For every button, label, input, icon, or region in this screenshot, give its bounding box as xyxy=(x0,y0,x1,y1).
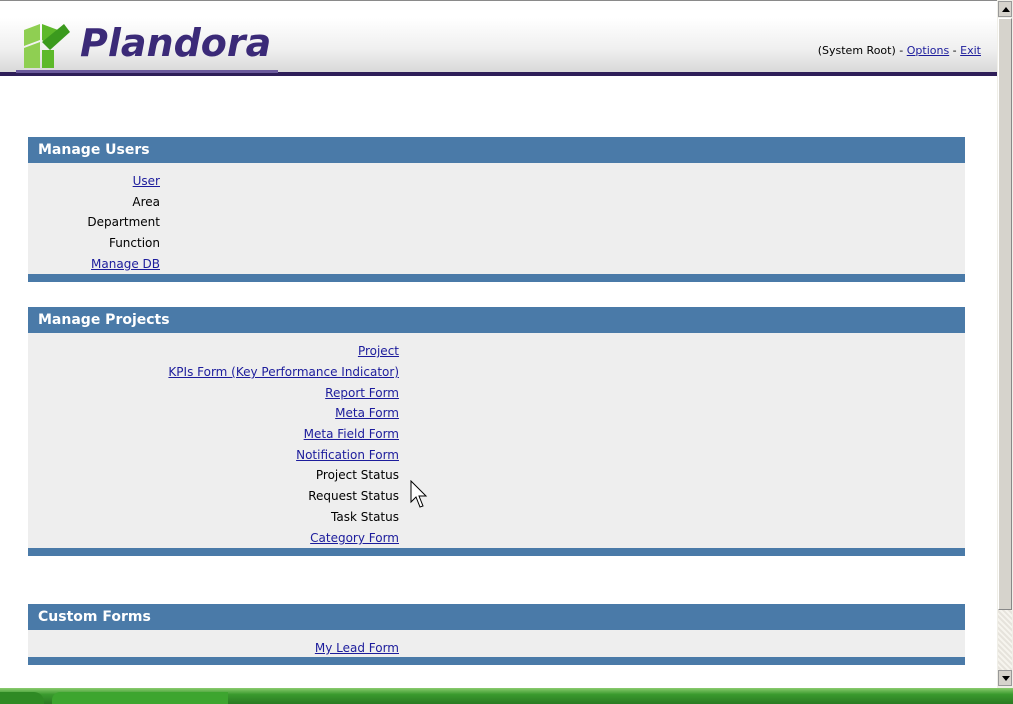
function-label: Function xyxy=(108,236,160,250)
arrow-down-icon xyxy=(1002,676,1010,681)
custom-forms-header: Custom Forms xyxy=(28,604,965,630)
top-border xyxy=(0,0,997,1)
plandora-logo-icon xyxy=(24,24,70,68)
manage-users-header: Manage Users xyxy=(28,137,965,163)
manage-users-body xyxy=(28,163,965,274)
manage-users-footer xyxy=(28,274,965,282)
task-status-label: Task Status xyxy=(331,510,399,524)
logo-underline xyxy=(16,70,278,73)
project-link[interactable]: Project xyxy=(28,341,399,361)
manage-projects-footer xyxy=(28,548,965,556)
category-form-link[interactable]: Category Form xyxy=(28,528,399,548)
start-button[interactable] xyxy=(0,692,44,704)
mouse-pointer-icon xyxy=(410,480,428,508)
meta-form-link[interactable]: Meta Form xyxy=(28,403,399,423)
manage-projects-header: Manage Projects xyxy=(28,307,965,333)
custom-forms-footer xyxy=(28,657,965,665)
options-link[interactable]: Options xyxy=(907,44,949,57)
top-links: (System Root) - Options - Exit xyxy=(818,44,981,57)
meta-field-form-link[interactable]: Meta Field Form xyxy=(28,424,399,444)
area-label: Area xyxy=(132,195,160,209)
report-form-link[interactable]: Report Form xyxy=(28,383,399,403)
separator: - xyxy=(895,44,907,57)
project-status-label: Project Status xyxy=(315,468,399,482)
user-link[interactable]: User xyxy=(28,171,160,191)
scrollbar-thumb[interactable] xyxy=(998,18,1012,610)
department-label: Department xyxy=(87,215,160,229)
notification-form-link[interactable]: Notification Form xyxy=(28,445,399,465)
taskbar-window-button[interactable] xyxy=(52,692,228,704)
kpis-form-link[interactable]: KPIs Form (Key Performance Indicator) xyxy=(28,362,399,382)
scroll-up-button[interactable] xyxy=(998,1,1012,17)
arrow-up-icon xyxy=(1002,7,1010,12)
separator: - xyxy=(949,44,961,57)
exit-link[interactable]: Exit xyxy=(960,44,981,57)
my-lead-form-link[interactable]: My Lead Form xyxy=(28,638,399,658)
scroll-down-button[interactable] xyxy=(998,670,1012,686)
app-name: Plandora xyxy=(80,21,272,65)
manage-db-link[interactable]: Manage DB xyxy=(28,254,160,274)
user-label: (System Root) xyxy=(817,44,896,57)
request-status-label: Request Status xyxy=(308,489,399,503)
